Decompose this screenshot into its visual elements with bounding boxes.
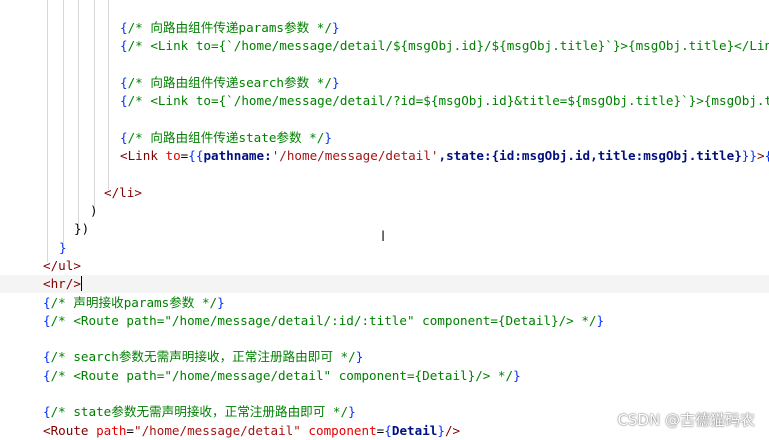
code-token: }} [741,148,757,164]
code-token: /* <Route path="/home/message/detail/:id… [50,312,597,328]
code-token: } [348,404,356,420]
code-token: { [43,349,51,365]
code-line[interactable]: {/* <Route path="/home/message/detail/:i… [0,312,769,330]
code-token: { [43,294,51,310]
code-token: } [331,20,340,35]
code-line[interactable] [0,330,769,348]
code-line[interactable]: {/* <Link to={`/home/message/detail/?id=… [0,92,769,110]
code-line[interactable] [0,111,769,129]
code-token: > [756,148,765,164]
code-token: { [384,422,392,438]
code-token: } [324,129,332,145]
code-token: { [120,129,128,145]
code-token: { [43,404,51,420]
code-line[interactable]: </ul> [0,257,769,275]
code-line[interactable]: {/* 向路由组件传递params参数 */} [0,19,769,37]
text-caret [80,276,82,292]
code-token: /* <Link to={`/home/message/detail/${msg… [127,38,769,54]
code-token: /* 向路由组件传递search参数 */ [127,74,332,90]
code-line[interactable] [0,385,769,403]
code-token: pathname: [203,148,272,164]
code-token: "/home/message/detail" [134,422,301,438]
code-token: ) [90,203,98,218]
code-line[interactable]: {/* search参数无需声明接收，正常注册路由即可 */} [0,348,769,366]
code-token: </li> [104,184,142,200]
code-line[interactable]: {/* 向路由组件传递state参数 */} [0,129,769,147]
code-token: } [331,74,340,90]
text-cursor-icon: I [381,229,386,245]
code-token: } [217,294,225,310]
code-token: } [513,367,521,383]
code-token: }) [74,221,90,237]
code-token: /* 声明接收params参数 */ [50,294,218,310]
code-token: /* 向路由组件传递state参数 */ [127,129,325,145]
code-token: { [120,74,128,90]
code-token: /> [444,422,461,438]
code-token: <Link [120,148,166,164]
code-token: /* <Route path="/home/message/detail" co… [50,367,514,383]
code-token: } [355,349,364,365]
code-line[interactable]: {/* 声明接收params参数 */} [0,294,769,312]
code-token: } [59,239,67,255]
code-token: /* search参数无需声明接收，正常注册路由即可 */ [50,349,356,365]
code-line[interactable]: {/* <Link to={`/home/message/detail/${ms… [0,37,769,55]
code-token: { [765,148,769,163]
watermark: CSDN @古德猫码农 [617,411,755,429]
code-line[interactable]: </li> [0,184,769,202]
code-token: '/home/message/detail' [271,148,439,164]
code-token: = [126,422,135,438]
code-editor[interactable]: {/* 向路由组件传递params参数 */} {/* <Link to={`/h… [0,0,769,440]
code-line[interactable]: <hr/> [0,275,769,294]
code-token: to [165,148,181,164]
code-token: /* 向路由组件传递params参数 */ [127,20,332,35]
code-token: <Route [43,422,97,438]
code-token: path [96,422,127,438]
code-token: Detail [391,422,438,438]
code-token: { [43,367,51,383]
code-token: <hr/> [43,276,81,292]
code-line[interactable] [0,165,769,183]
code-token: ,state:{id:msgObj.id,title:msgObj.title} [438,148,742,164]
code-token: { [43,312,51,328]
code-token: } [437,422,445,438]
code-line[interactable]: <Link to={{pathname:'/home/message/detai… [0,147,769,165]
code-token: } [596,312,605,328]
code-line[interactable]: ) [0,202,769,220]
code-line[interactable]: {/* 向路由组件传递search参数 */} [0,74,769,92]
code-token: </ul> [43,257,81,273]
code-token: { [120,38,128,54]
code-token: component [308,422,377,438]
code-token: {{ [188,148,204,164]
code-line[interactable]: {/* <Route path="/home/message/detail" c… [0,367,769,385]
code-token: /* <Link to={`/home/message/detail/?id=$… [127,93,769,109]
code-token: { [120,20,128,35]
code-token: /* state参数无需声明接收，正常注册路由即可 */ [50,404,349,420]
code-token: { [120,93,128,109]
code-line[interactable] [0,56,769,74]
